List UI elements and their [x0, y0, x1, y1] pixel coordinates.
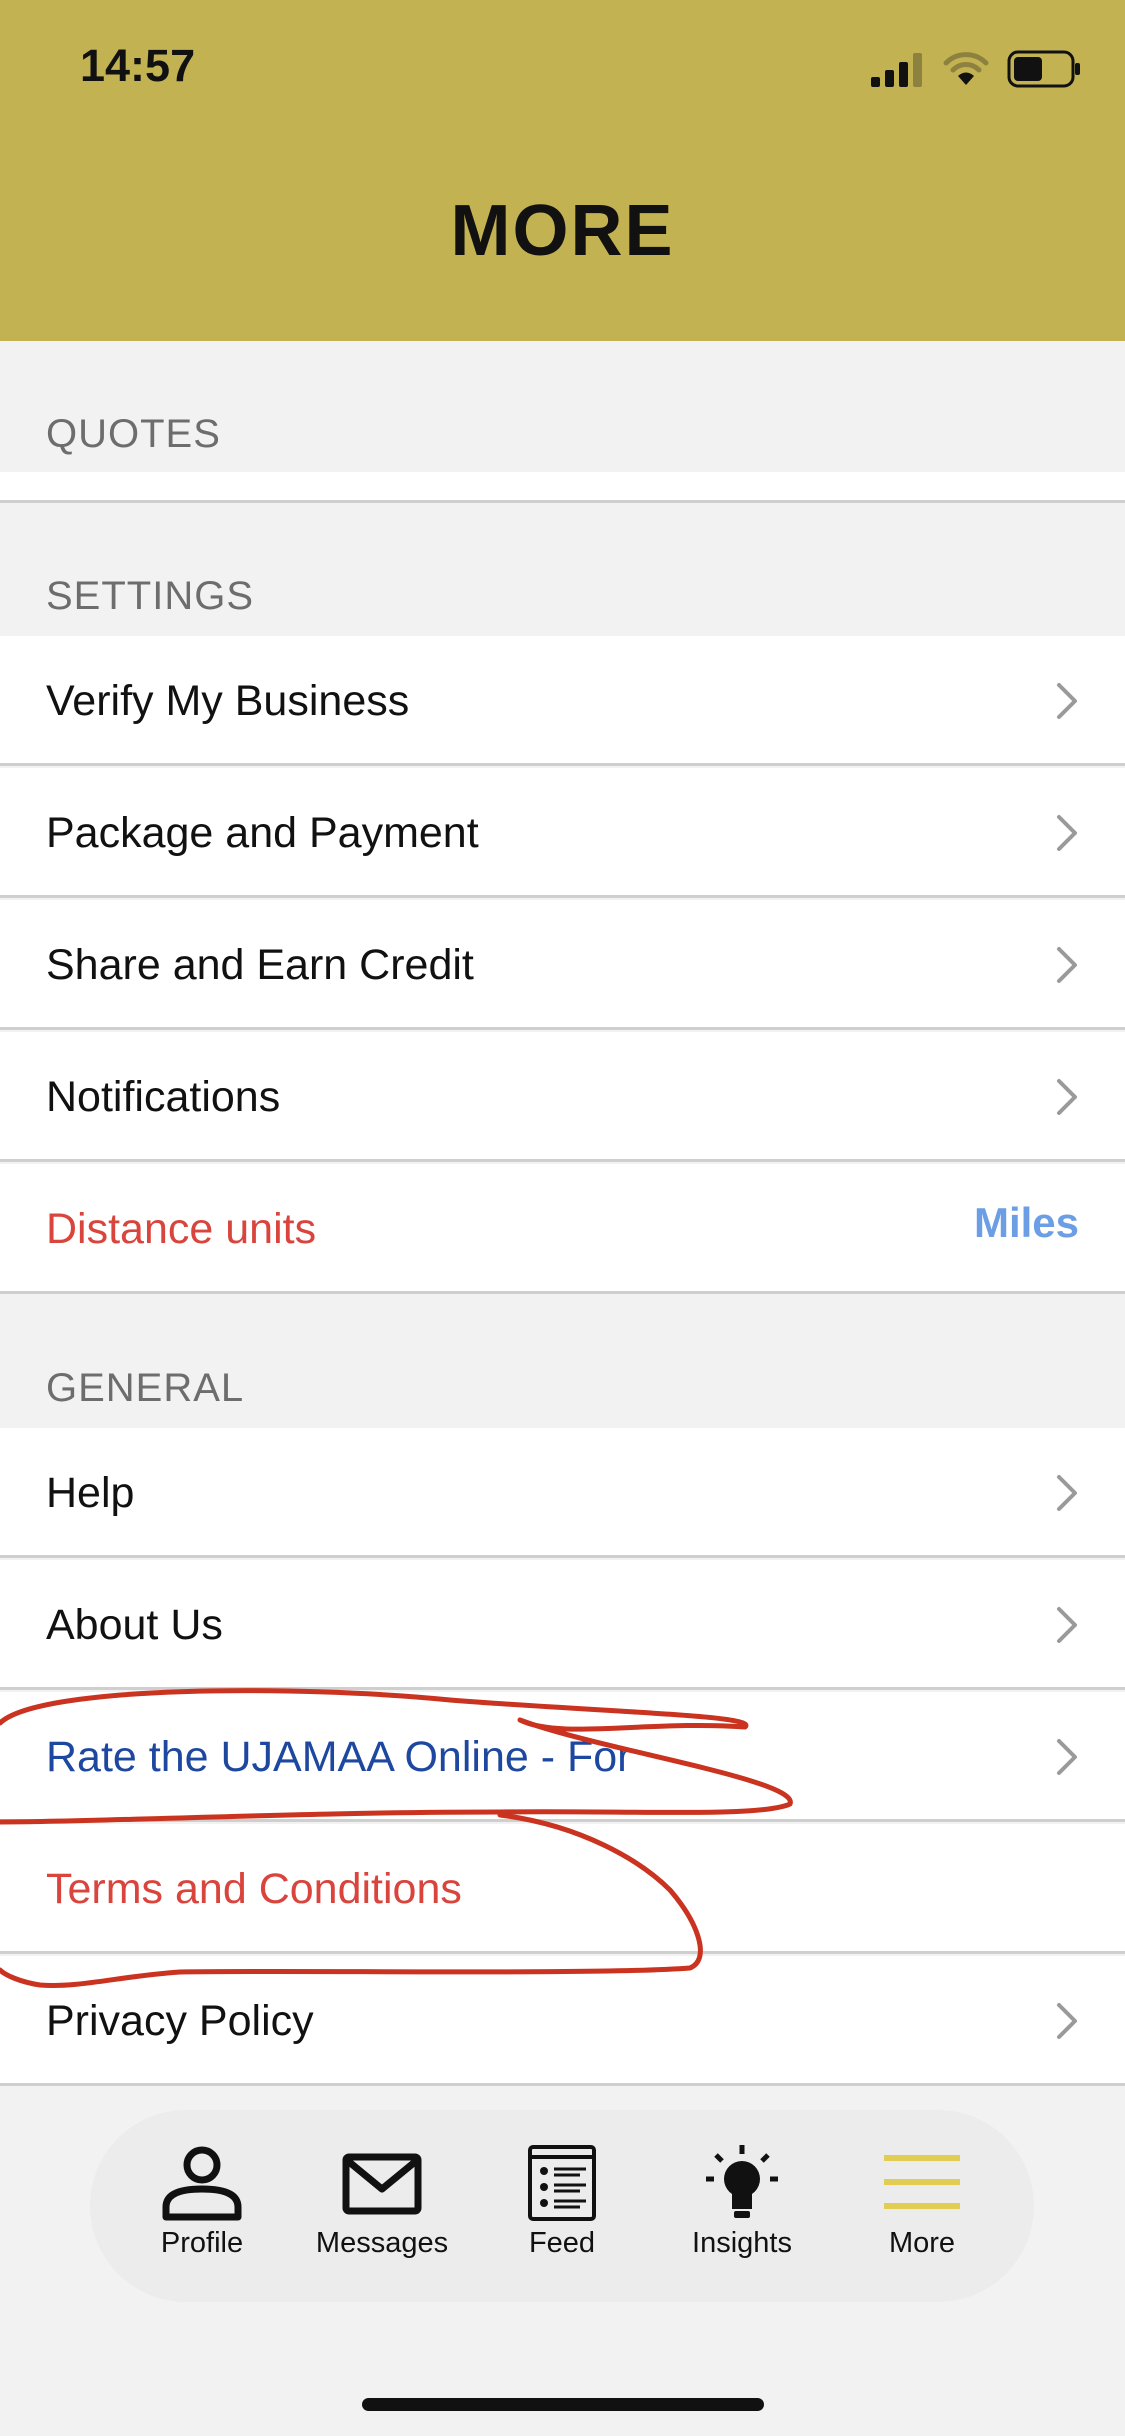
distance-units-label: Distance units: [46, 1205, 317, 1253]
wifi-icon: [943, 52, 989, 85]
general-item-about-us[interactable]: About Us: [0, 1560, 1125, 1690]
chevron-right-icon: [1057, 1739, 1077, 1775]
chevron-right-icon: [1057, 1607, 1077, 1643]
row-label: Rate the UJAMAA Online - For: [46, 1733, 632, 1781]
row-label: Help: [46, 1469, 135, 1517]
chevron-right-icon: [1057, 1079, 1077, 1115]
battery-icon: [1007, 50, 1080, 88]
tab-insights[interactable]: Insights: [652, 2145, 832, 2285]
chevron-right-icon: [1057, 947, 1077, 983]
settings-item-share-earn-credit[interactable]: Share and Earn Credit: [0, 900, 1125, 1030]
row-label: Notifications: [46, 1073, 281, 1121]
tab-label: Profile: [160, 2227, 244, 2259]
tab-more[interactable]: More: [832, 2145, 1012, 2285]
row-label: Privacy Policy: [46, 1997, 314, 2045]
divider: [0, 500, 1125, 503]
status-icons: [871, 46, 1081, 92]
row-label: Share and Earn Credit: [46, 941, 474, 989]
page-title: MORE: [450, 191, 675, 271]
section-label-quotes: QUOTES: [46, 412, 221, 456]
tab-profile[interactable]: Profile: [112, 2145, 292, 2285]
general-item-rate-app[interactable]: Rate the UJAMAA Online - For: [0, 1692, 1125, 1822]
tab-feed[interactable]: Feed: [472, 2145, 652, 2285]
header-bar: 14:57 MORE: [0, 0, 1125, 341]
chevron-right-icon: [1057, 683, 1077, 719]
general-item-terms-conditions[interactable]: Terms and Conditions: [0, 1824, 1125, 1954]
envelope-icon: [342, 2153, 422, 2215]
tab-label: More: [888, 2227, 956, 2259]
row-label: Verify My Business: [46, 677, 410, 725]
menu-icon: [884, 2155, 960, 2209]
quotes-band: [0, 472, 1125, 502]
section-label-settings: SETTINGS: [46, 574, 255, 618]
tab-label: Insights: [692, 2227, 792, 2259]
status-time: 14:57: [80, 40, 196, 91]
tab-messages[interactable]: Messages: [292, 2145, 472, 2285]
row-label: Terms and Conditions: [46, 1865, 462, 1913]
signal-icon: [871, 53, 922, 87]
settings-item-notifications[interactable]: Notifications: [0, 1032, 1125, 1162]
chevron-right-icon: [1057, 1475, 1077, 1511]
section-label-general: GENERAL: [46, 1366, 245, 1410]
chevron-right-icon: [1057, 2003, 1077, 2039]
person-icon: [162, 2146, 242, 2221]
tab-label: Messages: [315, 2227, 449, 2259]
settings-item-distance-units[interactable]: Distance units Miles: [0, 1164, 1125, 1294]
settings-item-package-payment[interactable]: Package and Payment: [0, 768, 1125, 898]
lightbulb-icon: [706, 2145, 778, 2218]
distance-units-value[interactable]: Miles: [974, 1158, 1079, 1288]
settings-item-verify-business[interactable]: Verify My Business: [0, 636, 1125, 766]
home-indicator: [362, 2398, 764, 2411]
row-label: About Us: [46, 1601, 223, 1649]
tab-label: Feed: [528, 2227, 596, 2259]
general-item-help[interactable]: Help: [0, 1428, 1125, 1558]
chevron-right-icon: [1057, 815, 1077, 851]
row-label: Package and Payment: [46, 809, 479, 857]
general-item-privacy-policy[interactable]: Privacy Policy: [0, 1956, 1125, 2086]
feed-icon: [528, 2145, 596, 2221]
